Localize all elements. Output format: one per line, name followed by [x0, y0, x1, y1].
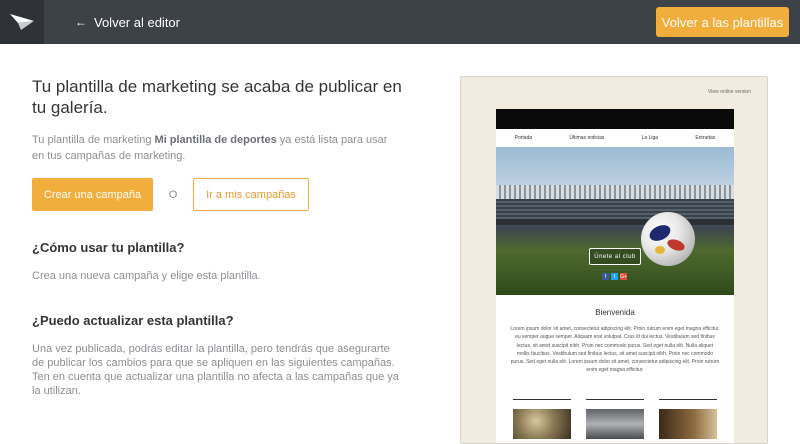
email-nav-item: Entradas — [695, 135, 716, 141]
email-preview: Portada Últimas noticias La Liga Entrada… — [496, 109, 734, 443]
go-to-campaigns-button[interactable]: Ir a mis campañas — [193, 178, 309, 211]
faq-answer-how-to-use: Crea una nueva campaña y elige esta plan… — [32, 270, 261, 282]
arrow-left-icon: ← — [75, 15, 87, 29]
thumbnail-image — [585, 409, 644, 439]
football — [641, 212, 695, 266]
thumbnail-divider — [513, 399, 572, 400]
email-thumbnails — [496, 399, 734, 439]
back-to-templates-button[interactable]: Volver a las plantillas — [656, 7, 789, 37]
paper-plane-icon — [10, 14, 34, 30]
create-campaign-button[interactable]: Crear una campaña — [32, 178, 153, 211]
social-icons: f t G+ — [602, 273, 627, 280]
email-header-bar — [496, 109, 734, 129]
top-bar: ← Volver al editor Volver a las plantill… — [0, 0, 800, 44]
google-plus-icon: G+ — [620, 273, 627, 280]
page-title: Tu plantilla de marketing se acaba de pu… — [32, 77, 402, 117]
stadium-hero-image: Únete al club f t G+ — [496, 147, 734, 295]
stadium-wall — [496, 219, 734, 225]
email-body-text: Lorem ipsum dolor sit amet, consectetur … — [510, 326, 720, 374]
action-row: Crear una campaña O Ir a mis campañas — [32, 178, 402, 211]
stadium-roof — [496, 185, 734, 199]
football-panel — [655, 246, 665, 254]
thumbnail-card — [585, 399, 644, 439]
or-separator: O — [168, 188, 178, 201]
thumbnail-card — [658, 399, 717, 439]
faq-question-how-to-use: ¿Cómo usar tu plantilla? — [32, 240, 185, 255]
view-online-link: View online version — [708, 89, 751, 95]
email-nav-item: Últimas noticias — [569, 135, 605, 141]
template-preview[interactable]: View online version Portada Últimas noti… — [460, 76, 768, 444]
publish-info-panel: Tu plantilla de marketing se acaba de pu… — [32, 76, 402, 398]
email-nav-item: Portada — [514, 135, 533, 141]
thumbnail-divider — [585, 399, 644, 400]
stadium-stands — [496, 199, 734, 219]
paper-plane-logo-icon[interactable] — [0, 0, 44, 44]
join-club-button: Únete al club — [589, 248, 641, 265]
intro-text: Tu plantilla de marketing Mi plantilla d… — [32, 132, 402, 164]
thumbnail-divider — [658, 399, 717, 400]
email-nav-item: La Liga — [641, 135, 659, 141]
football-panel — [665, 237, 687, 253]
intro-text-start: Tu plantilla de marketing — [32, 134, 155, 146]
thumbnail-image — [658, 409, 717, 439]
back-to-editor-label: Volver al editor — [94, 14, 180, 30]
thumbnail-image — [513, 409, 572, 439]
email-nav: Portada Últimas noticias La Liga Entrada… — [496, 129, 734, 147]
thumbnail-card — [513, 399, 572, 439]
facebook-icon: f — [602, 273, 609, 280]
faq-question-update: ¿Puedo actualizar esta plantilla? — [32, 313, 234, 328]
faq-answer-update: Una vez publicada, podrás editar la plan… — [32, 343, 399, 397]
twitter-icon: t — [611, 273, 618, 280]
email-welcome-title: Bienvenida — [595, 308, 635, 317]
back-to-editor-link[interactable]: ← Volver al editor — [75, 0, 180, 44]
template-name: Mi plantilla de deportes — [154, 134, 277, 146]
